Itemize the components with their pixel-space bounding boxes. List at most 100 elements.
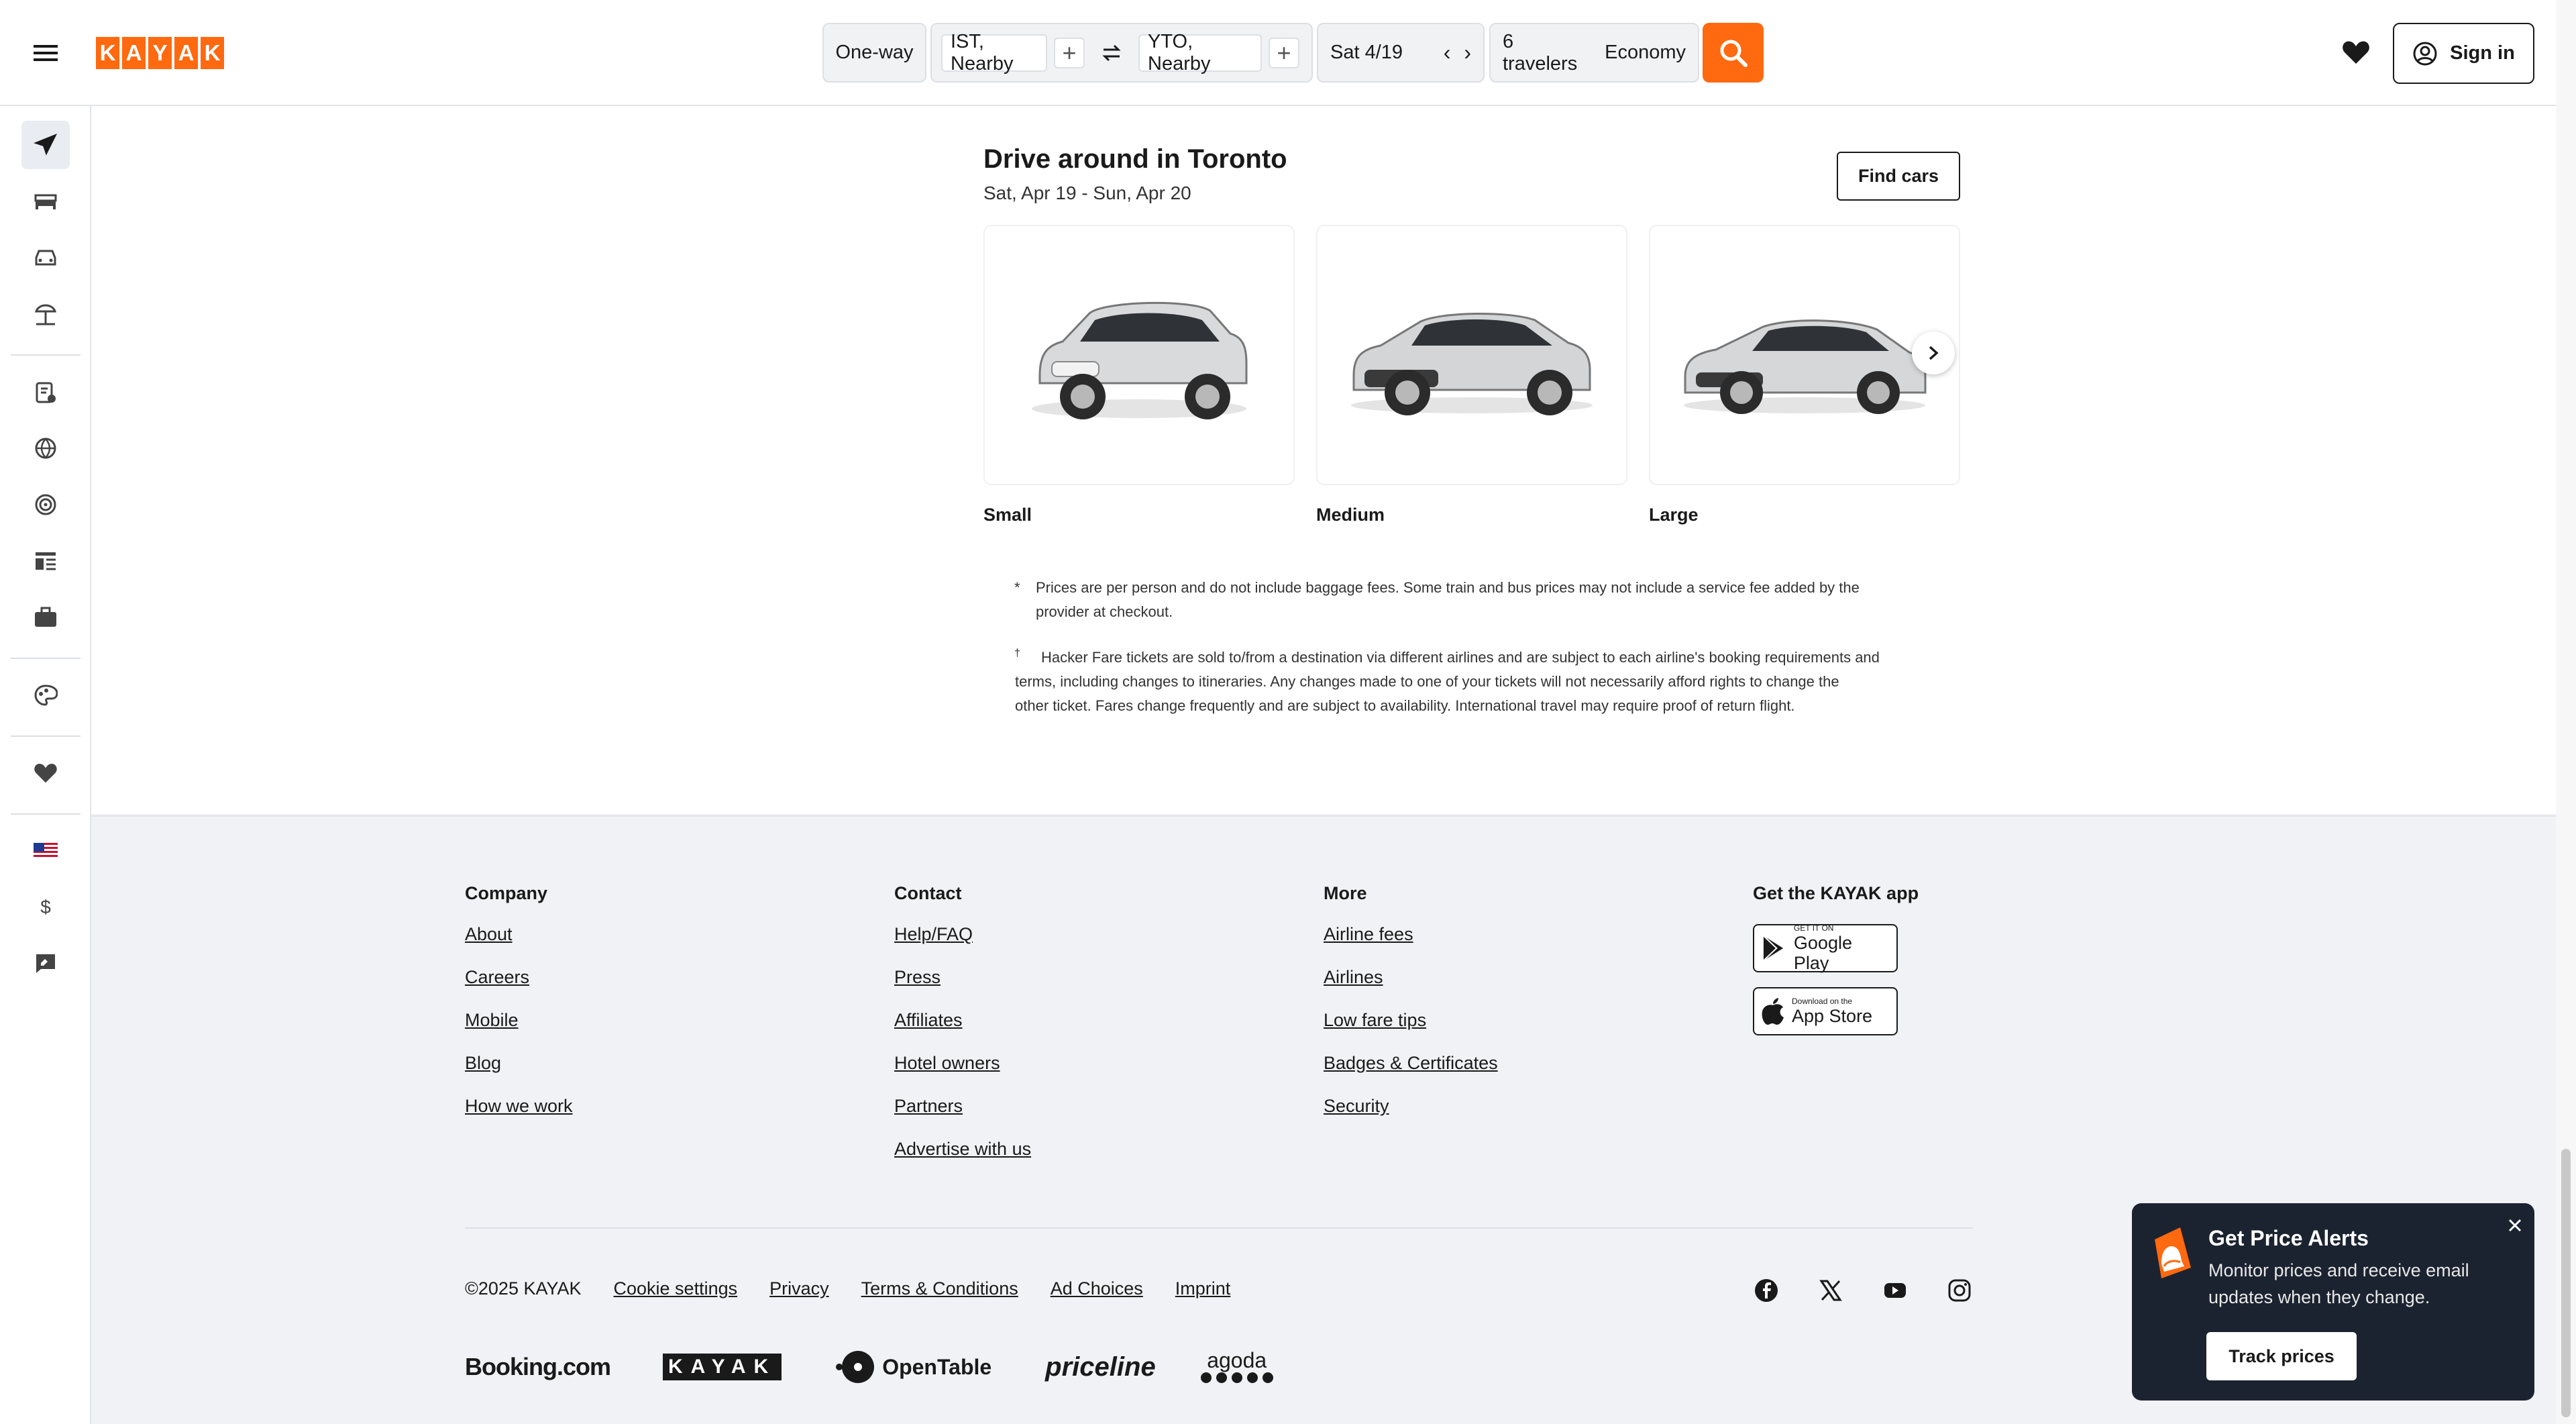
footer-link-low-fare-tips[interactable]: Low fare tips bbox=[1324, 1010, 1498, 1034]
footer-legal-bar: ©2025 KAYAK Cookie settings Privacy Term… bbox=[465, 1278, 1230, 1299]
us-flag-icon bbox=[34, 843, 58, 859]
x-icon bbox=[1819, 1280, 1842, 1301]
sidebar-item-feedback[interactable] bbox=[21, 939, 70, 988]
carousel-next-button[interactable] bbox=[1912, 332, 1955, 374]
swap-button[interactable] bbox=[1091, 44, 1132, 62]
agoda-dots-icon bbox=[1200, 1372, 1273, 1383]
footer-link-partners[interactable]: Partners bbox=[894, 1096, 1031, 1120]
footer-link-privacy[interactable]: Privacy bbox=[769, 1278, 829, 1299]
sidebar-item-ai[interactable] bbox=[21, 671, 70, 719]
youtube-link[interactable] bbox=[1883, 1278, 1907, 1303]
sidebar-item-favorites[interactable] bbox=[21, 749, 70, 797]
heart-icon bbox=[2343, 41, 2369, 64]
date-field[interactable]: Sat 4/19 ‹ › bbox=[1317, 23, 1485, 83]
google-play-badge[interactable]: GET IT ON Google Play bbox=[1753, 923, 1898, 973]
price-alert-popup: Get Price Alerts Monitor prices and rece… bbox=[2132, 1203, 2534, 1401]
car-card-small[interactable] bbox=[983, 225, 1295, 485]
x-link[interactable] bbox=[1819, 1278, 1843, 1303]
add-origin-button[interactable]: + bbox=[1054, 37, 1085, 68]
prev-date-button[interactable]: ‹ bbox=[1444, 40, 1451, 65]
footer-link-help[interactable]: Help/FAQ bbox=[894, 924, 1031, 948]
footer-link-badges[interactable]: Badges & Certificates bbox=[1324, 1053, 1498, 1077]
hacker-fare-line-1: Hacker Fare tickets are sold to/from a d… bbox=[1041, 649, 1880, 666]
footer-divider bbox=[465, 1227, 1973, 1229]
footer-link-blog[interactable]: Blog bbox=[465, 1053, 573, 1077]
footer-link-affiliates[interactable]: Affiliates bbox=[894, 1010, 1031, 1034]
priceline-logo[interactable]: priceline bbox=[1045, 1352, 1156, 1382]
top-header: K A Y A K One-way IST, Nearby + YTO, Nea… bbox=[0, 0, 2576, 106]
footer-link-advertise[interactable]: Advertise with us bbox=[894, 1139, 1031, 1163]
kayak-logo[interactable]: K A Y A K bbox=[96, 37, 227, 69]
footer-link-hotel-owners[interactable]: Hotel owners bbox=[894, 1053, 1031, 1077]
sidebar-item-stays[interactable] bbox=[21, 177, 70, 225]
footer-link-terms[interactable]: Terms & Conditions bbox=[861, 1278, 1018, 1299]
heart-icon bbox=[34, 764, 57, 783]
menu-button[interactable] bbox=[27, 35, 64, 71]
booking-logo[interactable]: Booking.com bbox=[465, 1353, 611, 1381]
footer-link-airlines[interactable]: Airlines bbox=[1324, 967, 1498, 991]
footer-link-about[interactable]: About bbox=[465, 924, 573, 948]
footer-link-ad-choices[interactable]: Ad Choices bbox=[1051, 1278, 1143, 1299]
sidebar-divider bbox=[11, 735, 80, 737]
travelers-cabin-field[interactable]: 6 travelers Economy bbox=[1489, 23, 1699, 83]
app-store-badge[interactable]: Download on the App Store bbox=[1753, 987, 1898, 1035]
sidebar-item-cars[interactable] bbox=[21, 234, 70, 282]
footer-link-airline-fees[interactable]: Airline fees bbox=[1324, 924, 1498, 948]
search-button[interactable] bbox=[1703, 23, 1764, 83]
origin-field[interactable]: IST, Nearby bbox=[941, 31, 1047, 74]
instagram-link[interactable] bbox=[1947, 1278, 1972, 1303]
footer-more-title: More bbox=[1324, 883, 1367, 903]
agoda-logo[interactable]: agoda bbox=[1200, 1350, 1274, 1384]
sidebar-item-business[interactable] bbox=[21, 593, 70, 642]
close-alert-button[interactable] bbox=[2504, 1214, 2526, 1237]
track-prices-button[interactable]: Track prices bbox=[2206, 1332, 2357, 1380]
car-label-medium: Medium bbox=[1316, 505, 1385, 525]
footer-link-press[interactable]: Press bbox=[894, 967, 1031, 991]
sidebar-item-trips[interactable] bbox=[21, 368, 70, 416]
sidebar-item-packages[interactable] bbox=[21, 290, 70, 338]
footer-link-mobile[interactable]: Mobile bbox=[465, 1010, 573, 1034]
sidebar-divider bbox=[11, 813, 80, 815]
footer-company-column: Company About Careers Mobile Blog How we… bbox=[465, 883, 573, 1139]
footer-link-security[interactable]: Security bbox=[1324, 1096, 1498, 1120]
footer-link-imprint[interactable]: Imprint bbox=[1175, 1278, 1231, 1299]
car-label-large: Large bbox=[1649, 505, 1699, 525]
destination-field[interactable]: YTO, Nearby bbox=[1138, 31, 1262, 74]
sidebar-item-travel-guides[interactable] bbox=[21, 537, 70, 585]
sidebar-item-explore[interactable] bbox=[21, 424, 70, 472]
small-car-image bbox=[1032, 301, 1248, 419]
footer-link-how-we-work[interactable]: How we work bbox=[465, 1096, 573, 1120]
price-alert-bell-icon bbox=[2151, 1226, 2194, 1280]
close-icon bbox=[2508, 1219, 2522, 1232]
sidebar-item-language[interactable] bbox=[21, 827, 70, 875]
next-date-button[interactable]: › bbox=[1464, 40, 1471, 65]
find-cars-button[interactable]: Find cars bbox=[1837, 152, 1960, 201]
bed-icon bbox=[34, 194, 57, 209]
price-alert-message: Monitor prices and receive email updates… bbox=[2208, 1260, 2469, 1307]
apple-icon bbox=[1762, 998, 1784, 1025]
swap-icon bbox=[1102, 44, 1121, 61]
saved-heart-button[interactable] bbox=[2342, 40, 2370, 65]
drive-section-title: Drive around in Toronto bbox=[983, 144, 1287, 174]
large-car-image bbox=[1684, 319, 1927, 414]
globe-icon bbox=[35, 438, 56, 459]
footer-contact-title: Contact bbox=[894, 883, 962, 903]
add-destination-button[interactable]: + bbox=[1269, 37, 1299, 68]
facebook-icon bbox=[1755, 1279, 1778, 1302]
cabin-label: Economy bbox=[1605, 42, 1686, 63]
sign-in-label: Sign in bbox=[2450, 42, 2515, 64]
scrollbar-thumb[interactable] bbox=[2561, 1149, 2571, 1417]
sidebar-item-flight-tracker[interactable] bbox=[21, 480, 70, 529]
footer-link-cookie-settings[interactable]: Cookie settings bbox=[614, 1278, 738, 1299]
trip-type-select[interactable]: One-way bbox=[822, 23, 926, 83]
route-selector: IST, Nearby + YTO, Nearby + bbox=[930, 23, 1313, 83]
car-card-medium[interactable] bbox=[1316, 225, 1627, 485]
sidebar-item-flights[interactable] bbox=[21, 121, 70, 169]
opentable-logo[interactable]: OpenTable bbox=[835, 1349, 991, 1385]
sidebar-item-currency[interactable]: $ bbox=[21, 883, 70, 931]
footer-link-careers[interactable]: Careers bbox=[465, 967, 573, 991]
sign-in-button[interactable]: Sign in bbox=[2393, 23, 2534, 84]
kayak-footer-logo[interactable]: KAYAK bbox=[663, 1354, 782, 1380]
facebook-link[interactable] bbox=[1754, 1278, 1778, 1303]
google-play-small: GET IT ON bbox=[1793, 923, 1834, 933]
